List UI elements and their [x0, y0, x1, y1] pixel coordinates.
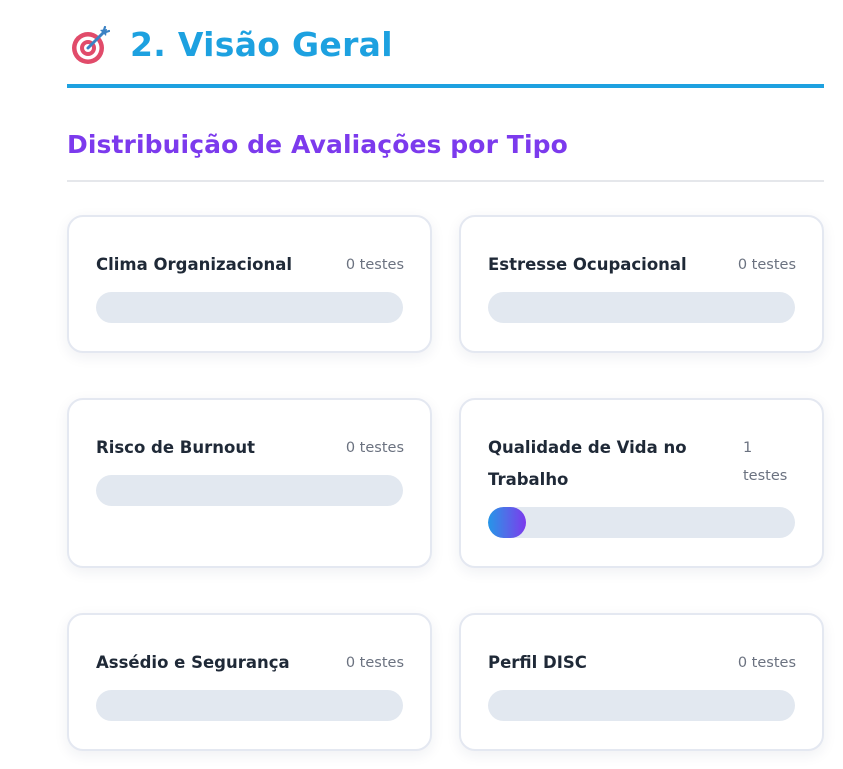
section-header: 2. Visão Geral: [67, 14, 824, 74]
assessment-card-estresse-ocupacional: Estresse Ocupacional 0 testes: [459, 215, 824, 353]
progress-bar: [488, 690, 795, 721]
progress-fill: [488, 507, 527, 538]
progress-bar: [96, 690, 403, 721]
progress-bar: [96, 475, 403, 506]
assessment-card-assedio-e-seguranca: Assédio e Segurança 0 testes: [67, 613, 432, 751]
assessment-card-perfil-disc: Perfil DISC 0 testes: [459, 613, 824, 751]
card-count: 0 testes: [345, 257, 404, 273]
card-count: 0 testes: [737, 257, 796, 273]
card-count: 0 testes: [345, 655, 404, 671]
section-title: 2. Visão Geral: [130, 24, 393, 64]
card-label: Risco de Burnout: [96, 438, 255, 457]
card-count: 1 testes: [743, 440, 788, 484]
assessment-card-clima-organizacional: Clima Organizacional 0 testes: [67, 215, 432, 353]
card-label: Clima Organizacional: [96, 255, 293, 274]
progress-bar: [96, 292, 403, 323]
assessment-card-qualidade-de-vida: Qualidade de Vida no Trabalho 1 testes: [459, 398, 824, 568]
progress-bar: [488, 292, 795, 323]
card-count: 0 testes: [345, 440, 404, 456]
distribution-subtitle: Distribuição de Avaliações por Tipo: [67, 130, 568, 159]
target-dart-icon: [72, 26, 110, 64]
card-label: Perfil DISC: [488, 653, 587, 672]
title-divider: [67, 84, 824, 88]
progress-bar: [488, 507, 795, 538]
overview-page: 2. Visão Geral Distribuição de Avaliaçõe…: [0, 0, 843, 769]
card-label: Qualidade de Vida no Trabalho: [488, 438, 687, 489]
card-count: 0 testes: [737, 655, 796, 671]
card-label: Assédio e Segurança: [96, 653, 290, 672]
assessment-card-risco-de-burnout: Risco de Burnout 0 testes: [67, 398, 432, 568]
card-label: Estresse Ocupacional: [488, 255, 687, 274]
subtitle-divider: [67, 180, 824, 182]
